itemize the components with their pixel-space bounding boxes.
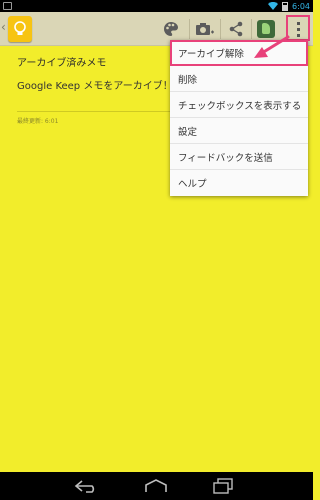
camera-icon xyxy=(196,23,214,35)
overflow-callout-highlight xyxy=(286,15,310,41)
home-button[interactable] xyxy=(141,477,171,495)
camera-button[interactable] xyxy=(192,15,218,43)
menu-item-show-checkboxes[interactable]: チェックボックスを表示する xyxy=(170,92,308,118)
keep-lightbulb-icon[interactable] xyxy=(8,16,32,42)
evernote-button[interactable] xyxy=(253,15,279,43)
share-button[interactable] xyxy=(223,15,249,43)
note-title[interactable]: アーカイブ済みメモ xyxy=(17,54,106,69)
up-caret-icon[interactable]: ‹ xyxy=(1,20,6,34)
back-icon xyxy=(74,480,95,493)
wifi-icon xyxy=(268,2,279,10)
battery-icon xyxy=(282,1,289,11)
note-body[interactable]: Google Keep メモをアーカイブ！ xyxy=(17,77,173,92)
palette-icon xyxy=(164,22,178,36)
status-bar: 6:04 xyxy=(0,0,313,12)
menu-item-send-feedback[interactable]: フィードバックを送信 xyxy=(170,144,308,170)
action-separator xyxy=(220,19,221,39)
overflow-menu: アーカイブ解除 削除 チェックボックスを表示する 設定 フィードバックを送信 ヘ… xyxy=(170,40,308,196)
share-icon xyxy=(229,21,243,37)
menu-item-delete[interactable]: 削除 xyxy=(170,66,308,92)
action-separator xyxy=(189,19,190,39)
status-icons: 6:04 xyxy=(268,0,310,12)
menu-item-unarchive[interactable]: アーカイブ解除 xyxy=(170,40,308,66)
nav-bar xyxy=(0,472,313,500)
note-last-modified: 最終更新: 6:01 xyxy=(17,118,59,125)
recents-button[interactable] xyxy=(208,477,238,495)
menu-item-help[interactable]: ヘルプ xyxy=(170,170,308,196)
recents-icon xyxy=(213,478,233,494)
back-button[interactable] xyxy=(72,477,102,495)
image-notification-icon xyxy=(3,2,12,10)
menu-item-settings[interactable]: 設定 xyxy=(170,118,308,144)
home-icon xyxy=(145,479,167,492)
action-separator xyxy=(251,19,252,39)
palette-button[interactable] xyxy=(158,15,184,43)
status-clock: 6:04 xyxy=(292,1,310,11)
evernote-icon xyxy=(257,20,275,38)
